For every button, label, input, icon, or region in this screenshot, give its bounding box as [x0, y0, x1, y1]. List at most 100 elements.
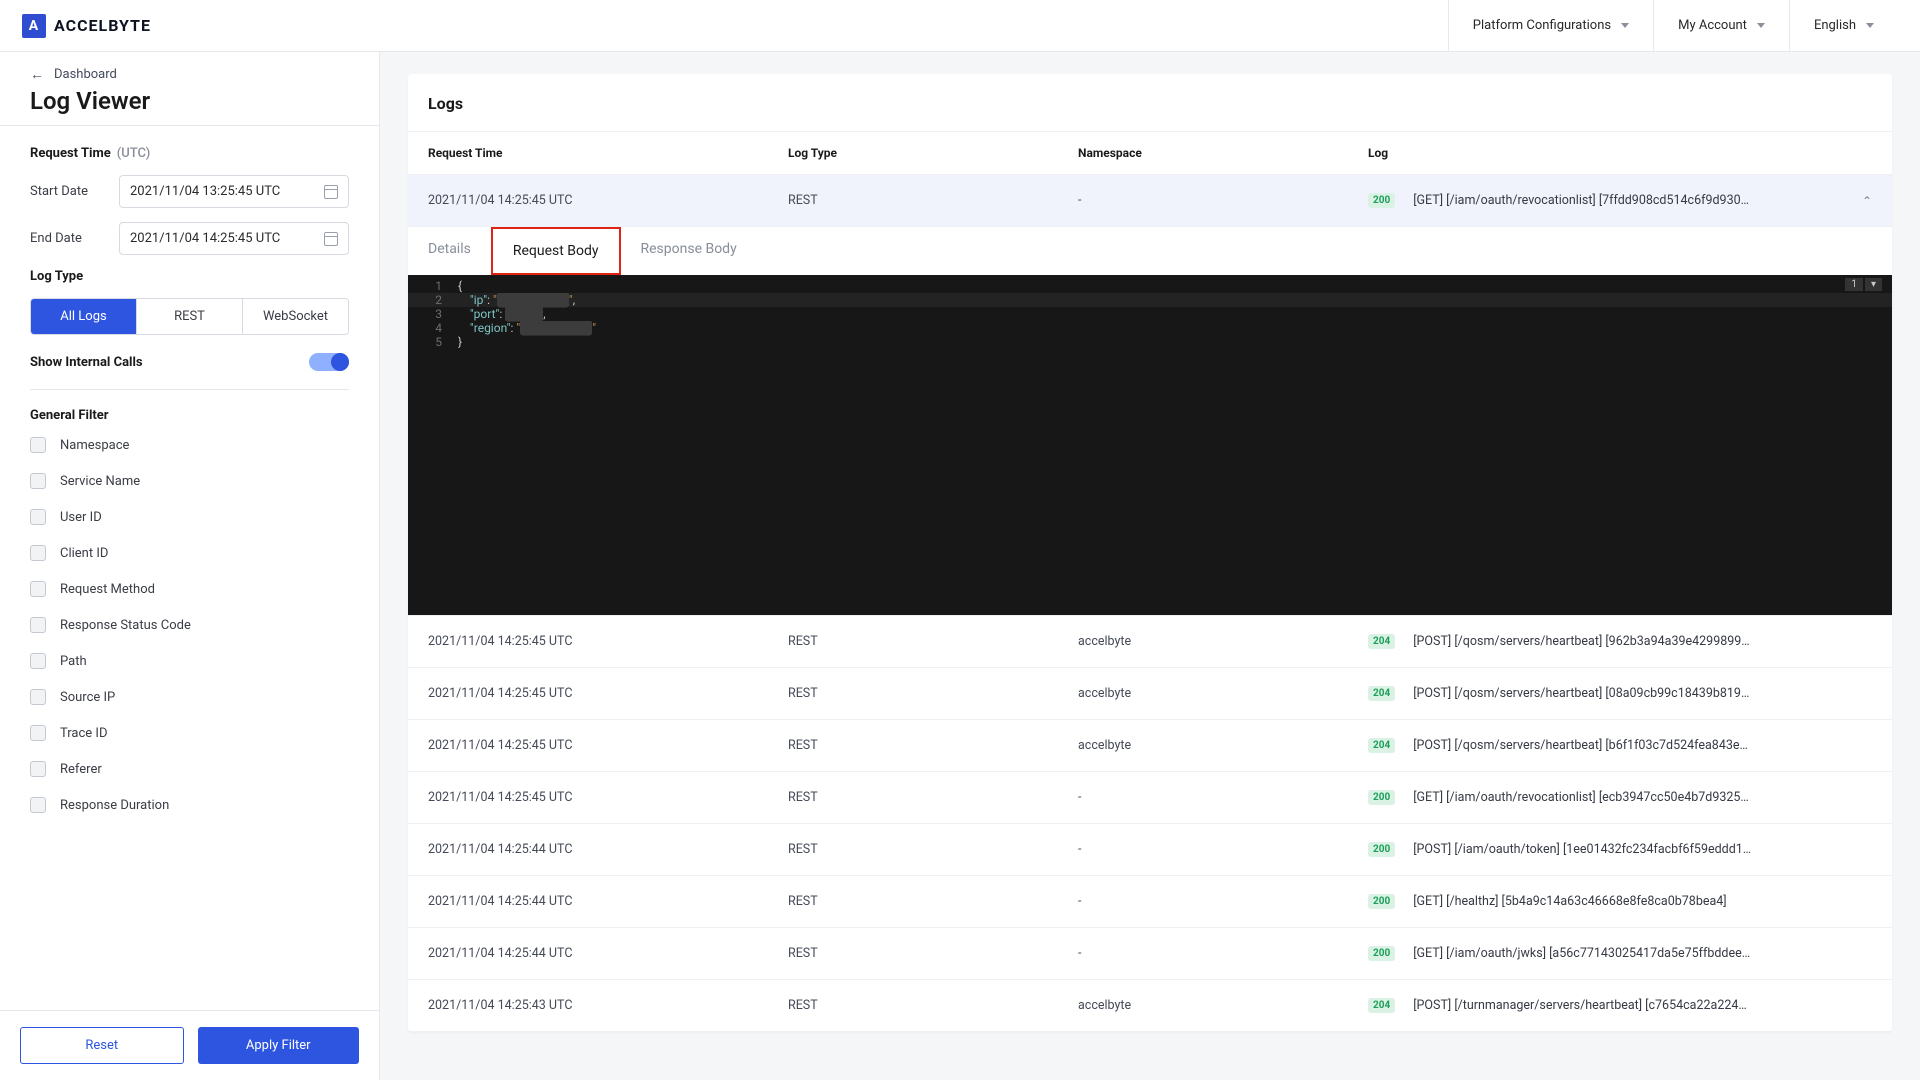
table-row[interactable]: 2021/11/04 14:25:45 UTCREST-200 [GET] [/i… — [408, 772, 1892, 824]
show-internal-label: Show Internal Calls — [30, 355, 143, 370]
log-type-section-label: Log Type — [30, 269, 349, 284]
tab-details[interactable]: Details — [408, 227, 491, 275]
filter-item[interactable]: Referer — [30, 761, 349, 777]
status-badge: 200 — [1368, 894, 1395, 909]
table-row[interactable]: 2021/11/04 14:25:45 UTCREST-200 [GET] [/i… — [408, 175, 1892, 227]
checkbox-icon — [30, 509, 46, 525]
checkbox-icon — [30, 437, 46, 453]
filter-item[interactable]: Response Duration — [30, 797, 349, 813]
log-type-segment: All Logs REST WebSocket — [30, 298, 349, 335]
show-internal-toggle[interactable] — [309, 353, 349, 371]
cell-time: 2021/11/04 14:25:45 UTC — [428, 738, 788, 753]
status-badge: 200 — [1368, 842, 1395, 857]
cell-log: 204[POST] [/qosm/servers/heartbeat] [b6f… — [1368, 738, 1842, 753]
breadcrumb-back[interactable]: ← Dashboard — [30, 66, 349, 83]
table-row[interactable]: 2021/11/04 14:25:45 UTCRESTaccelbyte204[… — [408, 668, 1892, 720]
table-row[interactable]: 2021/11/04 14:25:43 UTCRESTaccelbyte204[… — [408, 980, 1892, 1032]
cell-namespace: accelbyte — [1078, 634, 1368, 649]
filter-item[interactable]: Response Status Code — [30, 617, 349, 633]
filter-label: Request Method — [60, 582, 155, 597]
log-text: [POST] [/qosm/servers/heartbeat] [08a09c… — [1413, 686, 1749, 701]
sidebar: ← Dashboard Log Viewer Request Time (UTC… — [0, 52, 380, 1080]
start-date-value: 2021/11/04 13:25:45 UTC — [130, 184, 280, 199]
cell-log: 200 [GET] [/iam/oauth/revocationlist] [ec… — [1368, 790, 1842, 805]
breadcrumb-label: Dashboard — [54, 67, 117, 82]
cell-log: 200[POST] [/iam/oauth/token] [1ee01432fc… — [1368, 842, 1842, 857]
filter-label: Path — [60, 654, 87, 669]
tab-response-body[interactable]: Response Body — [621, 227, 757, 275]
cell-time: 2021/11/04 14:25:45 UTC — [428, 790, 788, 805]
cell-log: 200 [GET] [/iam/oauth/revocationlist] [7f… — [1368, 193, 1842, 208]
filter-label: Service Name — [60, 474, 140, 489]
checkbox-icon — [30, 797, 46, 813]
tab-request-body[interactable]: Request Body — [491, 227, 621, 275]
logs-panel: Logs Request Time Log Type Namespace Log… — [408, 74, 1892, 1032]
request-time-section-label: Request Time (UTC) — [30, 146, 349, 161]
cell-type: REST — [788, 193, 1078, 208]
page-title: Log Viewer — [30, 87, 349, 115]
cell-log: 204 [POST] [/qosm/servers/heartbeat] [962… — [1368, 634, 1842, 649]
table-row[interactable]: 2021/11/04 14:25:45 UTCRESTaccelbyte204[… — [408, 720, 1892, 772]
filter-label: Response Duration — [60, 798, 169, 813]
cell-log: 204[POST] [/turnmanager/servers/heartbea… — [1368, 998, 1842, 1013]
cell-namespace: accelbyte — [1078, 998, 1368, 1013]
filter-item[interactable]: Client ID — [30, 545, 349, 561]
code-editor[interactable]: 1▾1{2 "ip": "████████",3 "port": ████,4 … — [408, 275, 1892, 615]
cell-namespace: - — [1078, 193, 1368, 208]
apply-filter-button[interactable]: Apply Filter — [198, 1027, 360, 1064]
platform-config-menu[interactable]: Platform Configurations — [1448, 0, 1653, 51]
log-text: [POST] [/qosm/servers/heartbeat] [962b3a… — [1413, 634, 1749, 649]
cell-time: 2021/11/04 14:25:45 UTC — [428, 686, 788, 701]
end-date-value: 2021/11/04 14:25:45 UTC — [130, 231, 280, 246]
cell-type: REST — [788, 738, 1078, 753]
detail-tabs: DetailsRequest BodyResponse Body — [408, 227, 1892, 275]
seg-websocket[interactable]: WebSocket — [243, 299, 348, 334]
seg-all-logs[interactable]: All Logs — [31, 299, 137, 334]
start-date-label: Start Date — [30, 184, 105, 199]
status-badge: 204 — [1368, 634, 1395, 649]
log-text: [POST] [/turnmanager/servers/heartbeat] … — [1413, 998, 1747, 1013]
table-header: Request Time Log Type Namespace Log — [408, 132, 1892, 175]
filter-label: Response Status Code — [60, 618, 191, 633]
status-badge: 200 — [1368, 193, 1395, 208]
filter-label: Referer — [60, 762, 102, 777]
log-text: [GET] [/iam/oauth/revocationlist] [ecb39… — [1413, 790, 1749, 805]
my-account-menu[interactable]: My Account — [1653, 0, 1789, 51]
filter-item[interactable]: Path — [30, 653, 349, 669]
cell-time: 2021/11/04 14:25:45 UTC — [428, 193, 788, 208]
filter-item[interactable]: Trace ID — [30, 725, 349, 741]
end-date-input[interactable]: 2021/11/04 14:25:45 UTC — [119, 222, 349, 255]
status-badge: 200 — [1368, 790, 1395, 805]
filter-item[interactable]: Source IP — [30, 689, 349, 705]
table-row[interactable]: 2021/11/04 14:25:44 UTCREST-200[GET] [/i… — [408, 928, 1892, 980]
start-date-input[interactable]: 2021/11/04 13:25:45 UTC — [119, 175, 349, 208]
log-text: [GET] [/iam/oauth/jwks] [a56c77143025417… — [1413, 946, 1750, 961]
cell-type: REST — [788, 790, 1078, 805]
reset-button[interactable]: Reset — [20, 1027, 184, 1064]
filter-item[interactable]: Request Method — [30, 581, 349, 597]
table-row[interactable]: 2021/11/04 14:25:44 UTCREST-200[POST] [/… — [408, 824, 1892, 876]
table-row[interactable]: 2021/11/04 14:25:44 UTCREST-200[GET] [/h… — [408, 876, 1892, 928]
cell-namespace: - — [1078, 790, 1368, 805]
log-text: [GET] [/iam/oauth/revocationlist] [7ffdd… — [1413, 193, 1749, 208]
language-menu[interactable]: English — [1789, 0, 1898, 51]
chevron-up-icon: ⌃ — [1842, 194, 1872, 208]
cell-time: 2021/11/04 14:25:44 UTC — [428, 842, 788, 857]
filter-label: User ID — [60, 510, 102, 525]
cell-type: REST — [788, 946, 1078, 961]
filter-item[interactable]: User ID — [30, 509, 349, 525]
filters-list: Namespace Service Name User ID Client ID Req… — [30, 437, 349, 813]
sidebar-header: ← Dashboard Log Viewer — [0, 52, 379, 126]
cell-namespace: - — [1078, 842, 1368, 857]
end-date-label: End Date — [30, 231, 105, 246]
table-row[interactable]: 2021/11/04 14:25:45 UTCRESTaccelbyte204[… — [408, 616, 1892, 668]
status-badge: 204 — [1368, 738, 1395, 753]
filter-item[interactable]: Service Name — [30, 473, 349, 489]
checkbox-icon — [30, 545, 46, 561]
filter-item[interactable]: Namespace — [30, 437, 349, 453]
calendar-icon — [324, 232, 338, 246]
status-badge: 200 — [1368, 946, 1395, 961]
seg-rest[interactable]: REST — [137, 299, 243, 334]
cell-namespace: accelbyte — [1078, 738, 1368, 753]
table-body: 2021/11/04 14:25:45 UTCREST-200[GET] [/i… — [408, 175, 1892, 1032]
